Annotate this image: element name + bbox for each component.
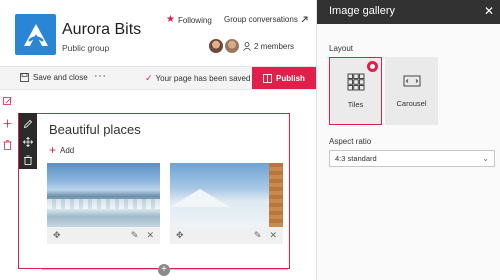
tile-actions: ✥ ✎ ✕ [170,227,283,244]
chevron-down-icon: ⌄ [482,154,489,163]
command-bar: Save and close ··· ✓ Your page has been … [0,66,316,90]
external-link-icon [301,16,308,23]
carousel-icon [403,71,421,91]
layout-label: Layout [329,44,354,53]
avatar [208,38,224,54]
save-status: ✓ Your page has been saved [145,73,250,84]
selected-radio-icon [367,61,378,72]
pane-header: Image gallery ✕ [317,0,500,24]
close-icon: ✕ [483,4,494,18]
group-conversations-link[interactable]: Group conversations [224,15,308,24]
publish-icon [263,73,272,83]
page-editor: Aurora Bits Public group ★ Following Gro… [0,0,316,280]
snowy-mountain-image [170,163,283,227]
remove-image-icon[interactable]: ✕ [146,230,154,241]
wooden-post-shape [269,163,283,227]
delete-webpart-icon[interactable] [23,152,33,170]
publish-label: Publish [276,73,305,83]
tile-actions: ✥ ✎ ✕ [47,227,160,244]
save-icon [20,73,29,82]
following-button[interactable]: ★ Following [166,15,212,25]
close-pane-button[interactable]: ✕ [484,4,494,18]
avatar [224,38,240,54]
site-subtitle: Public group [62,43,110,53]
publish-button[interactable]: Publish [252,67,316,89]
site-header: Aurora Bits Public group ★ Following Gro… [0,0,316,66]
members-label: 2 members [254,41,295,51]
aspect-ratio-dropdown[interactable]: 4:3 standard ⌄ [329,150,495,167]
save-and-close-button[interactable]: Save and close [20,73,88,82]
section-tools [3,93,13,159]
checkmark-icon: ✓ [145,73,153,83]
edit-image-icon[interactable]: ✎ [254,230,262,241]
sea-waves-image [47,163,160,227]
add-section-button[interactable]: + [158,264,170,276]
aspect-ratio-value: 4:3 standard [335,154,377,163]
carousel-label: Carousel [396,99,427,108]
more-options-button[interactable]: ··· [94,70,107,82]
aspect-ratio-label: Aspect ratio [329,137,372,146]
tiles-grid-icon [347,72,365,92]
layout-option-tiles[interactable]: Tiles [329,57,382,125]
mountain-shape [170,189,230,207]
aurora-logo-icon [23,23,48,46]
property-pane: Image gallery ✕ Layout Tiles Carousel As… [316,0,500,280]
tiles-label: Tiles [347,100,364,109]
add-label: Add [60,145,75,155]
members-button[interactable]: 2 members [208,38,294,54]
site-logo[interactable] [15,14,56,55]
delete-section-icon[interactable] [3,137,13,155]
move-image-icon[interactable]: ✥ [53,230,61,241]
following-label: Following [177,15,212,25]
save-and-close-label: Save and close [33,73,88,82]
person-icon [243,41,251,51]
layout-option-carousel[interactable]: Carousel [385,57,438,125]
webpart-title[interactable]: Beautiful places [49,122,141,137]
group-conversations-label: Group conversations [224,15,298,24]
edit-webpart-icon[interactable] [23,116,33,134]
gallery-image-tile[interactable]: ✥ ✎ ✕ [47,163,160,244]
remove-image-icon[interactable]: ✕ [269,230,277,241]
edit-image-icon[interactable]: ✎ [131,230,139,241]
site-title[interactable]: Aurora Bits [62,21,141,39]
image-gallery-webpart[interactable]: Beautiful places + Add ✥ ✎ ✕ ✥ ✎ ✕ [42,113,288,266]
webpart-toolbar [19,113,37,169]
move-webpart-icon[interactable] [22,134,34,152]
plus-icon: + [49,143,57,157]
gallery-image-tile[interactable]: ✥ ✎ ✕ [170,163,283,244]
pane-title: Image gallery [329,5,396,17]
star-icon: ★ [166,14,175,25]
move-section-icon[interactable] [3,115,13,133]
save-status-text: Your page has been saved [155,74,251,83]
add-image-button[interactable]: + Add [49,143,75,157]
move-image-icon[interactable]: ✥ [176,230,184,241]
edit-section-icon[interactable] [3,93,13,111]
